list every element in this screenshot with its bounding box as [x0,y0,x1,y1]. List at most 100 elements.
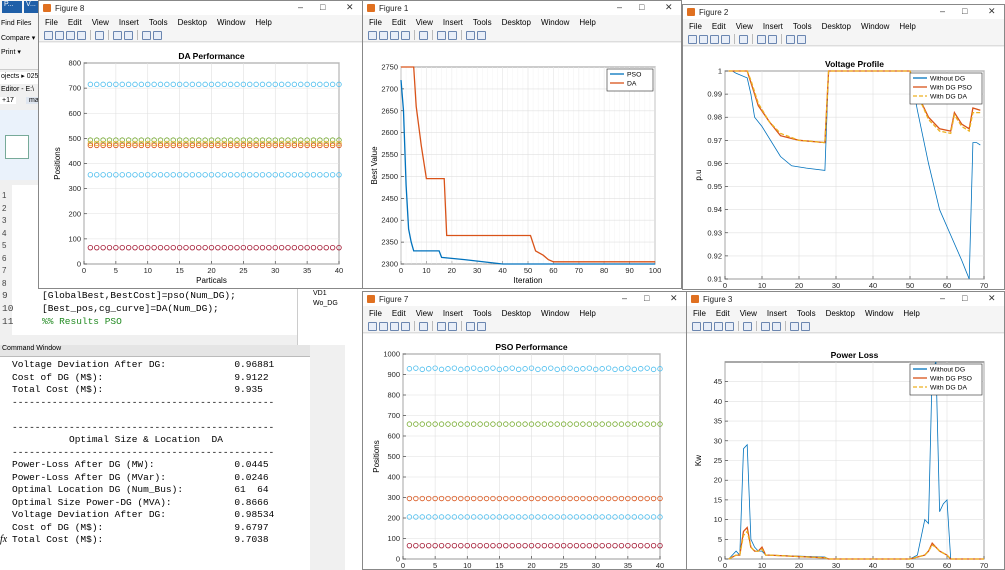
pointer-icon[interactable] [466,321,475,331]
menu-desktop[interactable]: Desktop [822,22,851,31]
menu-desktop[interactable]: Desktop [826,309,855,318]
tab-count[interactable]: +17 [0,97,16,104]
link-icon[interactable] [419,321,428,331]
figure-7-window[interactable]: Figure 7 – □ ✕ File Edit View Insert Tools Deskto… [362,291,687,570]
property-editor-icon[interactable] [801,321,810,331]
close-icon[interactable]: ✕ [670,293,678,304]
pointer-icon[interactable] [466,30,475,40]
menu-desktop[interactable]: Desktop [178,18,207,27]
menu-tools[interactable]: Tools [473,309,492,318]
figure-3-window[interactable]: Figure 3 – □ ✕ File Edit View Insert Tools Deskto… [686,291,1005,570]
legend-icon[interactable] [772,321,781,331]
property-editor-icon[interactable] [477,321,486,331]
menu-tools[interactable]: Tools [473,18,492,27]
property-editor-icon[interactable] [153,30,162,40]
menu-view[interactable]: View [92,18,109,27]
menu-window[interactable]: Window [217,18,245,27]
legend-icon[interactable] [124,30,133,40]
print-icon[interactable] [401,321,410,331]
menu-desktop[interactable]: Desktop [502,309,531,318]
figure-2-window[interactable]: Figure 2 – □ ✕ File Edit View Insert Tools Deskto… [682,4,1005,290]
link-icon[interactable] [739,34,748,44]
pointer-icon[interactable] [786,34,795,44]
menu-edit[interactable]: Edit [716,309,730,318]
title-bar[interactable]: Figure 7 – □ ✕ [363,292,686,306]
close-icon[interactable]: ✕ [988,293,996,304]
find-files-button[interactable]: Find Files [1,20,31,27]
menu-help[interactable]: Help [255,18,271,27]
save-icon[interactable] [714,321,723,331]
open-icon[interactable] [379,321,388,331]
maximize-icon[interactable]: □ [962,293,967,303]
menu-window[interactable]: Window [541,309,569,318]
menu-file[interactable]: File [689,22,702,31]
legend-icon[interactable] [448,30,457,40]
print-button[interactable]: Print ▾ [1,48,21,56]
menu-insert[interactable]: Insert [763,22,783,31]
legend-icon[interactable] [768,34,777,44]
menu-view[interactable]: View [740,309,757,318]
file-wo-dg[interactable]: Wo_DG [313,300,338,307]
menu-view[interactable]: View [416,18,433,27]
menu-edit[interactable]: Edit [392,309,406,318]
colorbar-icon[interactable] [437,321,446,331]
menu-desktop[interactable]: Desktop [502,18,531,27]
maximize-icon[interactable]: □ [320,2,325,12]
figure-1-window[interactable]: Figure 1 – □ ✕ File Edit View Insert Tools Deskto… [362,0,682,289]
colorbar-icon[interactable] [761,321,770,331]
menu-file[interactable]: File [369,309,382,318]
print-icon[interactable] [725,321,734,331]
minimize-icon[interactable]: – [622,293,627,303]
menu-help[interactable]: Help [903,309,919,318]
menu-insert[interactable]: Insert [119,18,139,27]
open-icon[interactable] [699,34,708,44]
tab-p[interactable]: P... [2,1,22,13]
minimize-icon[interactable]: – [940,293,945,303]
figure-8-window[interactable]: Figure 8 – □ ✕ File Edit View Insert Tools Deskto… [38,0,363,289]
menu-help[interactable]: Help [899,22,915,31]
open-icon[interactable] [379,30,388,40]
close-icon[interactable]: ✕ [346,2,354,13]
menu-insert[interactable]: Insert [443,309,463,318]
new-figure-icon[interactable] [368,30,377,40]
new-figure-icon[interactable] [692,321,701,331]
menu-view[interactable]: View [736,22,753,31]
new-figure-icon[interactable] [368,321,377,331]
menu-tools[interactable]: Tools [797,309,816,318]
print-icon[interactable] [721,34,730,44]
menu-insert[interactable]: Insert [443,18,463,27]
menu-edit[interactable]: Edit [392,18,406,27]
pointer-icon[interactable] [142,30,151,40]
compare-button[interactable]: Compare ▾ [1,34,35,42]
menu-insert[interactable]: Insert [767,309,787,318]
menu-help[interactable]: Help [579,18,595,27]
menu-edit[interactable]: Edit [68,18,82,27]
save-icon[interactable] [710,34,719,44]
menu-tools[interactable]: Tools [793,22,812,31]
open-icon[interactable] [703,321,712,331]
colorbar-icon[interactable] [113,30,122,40]
save-icon[interactable] [390,321,399,331]
print-icon[interactable] [77,30,86,40]
legend-icon[interactable] [448,321,457,331]
menu-edit[interactable]: Edit [712,22,726,31]
menu-file[interactable]: File [369,18,382,27]
maximize-icon[interactable]: □ [644,293,649,303]
close-icon[interactable]: ✕ [988,6,996,17]
menu-tools[interactable]: Tools [149,18,168,27]
menu-view[interactable]: View [416,309,433,318]
title-bar[interactable]: Figure 1 – □ ✕ [363,1,681,15]
colorbar-icon[interactable] [437,30,446,40]
link-icon[interactable] [419,30,428,40]
new-figure-icon[interactable] [44,30,53,40]
menu-file[interactable]: File [45,18,58,27]
menu-file[interactable]: File [693,309,706,318]
maximize-icon[interactable]: □ [639,2,644,12]
link-icon[interactable] [743,321,752,331]
title-bar[interactable]: Figure 8 – □ ✕ [39,1,362,15]
menu-window[interactable]: Window [861,22,889,31]
print-icon[interactable] [401,30,410,40]
link-icon[interactable] [95,30,104,40]
maximize-icon[interactable]: □ [962,6,967,16]
minimize-icon[interactable]: – [298,2,303,12]
